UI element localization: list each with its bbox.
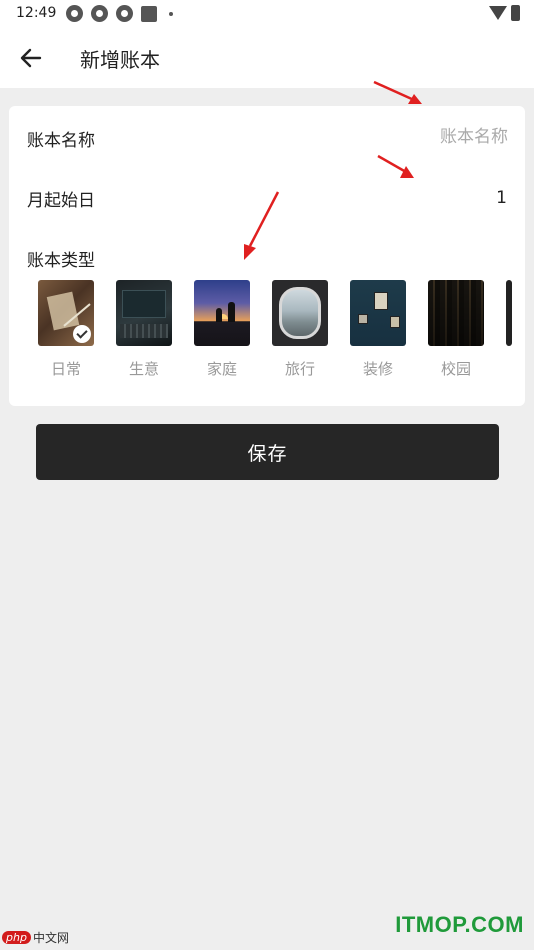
php-watermark-text: 中文网: [32, 931, 69, 945]
status-time: 12:49: [16, 5, 57, 21]
arrow-left-icon[interactable]: [18, 44, 46, 72]
php-watermark: php 中文网: [2, 929, 69, 946]
start-day-value[interactable]: 1: [496, 188, 507, 208]
app-notification-icon: [116, 5, 133, 22]
wifi-icon: [489, 6, 507, 20]
ledger-type-decoration[interactable]: 装修: [350, 280, 406, 379]
family-thumbnail[interactable]: [194, 280, 250, 346]
red-annotation-arrow-icon: [373, 80, 422, 104]
ledger-type-label-family: 家庭: [206, 360, 237, 378]
save-button[interactable]: 保存: [36, 424, 499, 480]
system-icons: [489, 5, 520, 21]
page-title: 新增账本: [80, 48, 160, 72]
notification-icons: [66, 5, 173, 22]
ledger-name-label: 账本名称: [27, 131, 95, 151]
ledger-type-campus[interactable]: 校园: [428, 280, 484, 379]
ledger-type-family[interactable]: 家庭: [194, 280, 250, 379]
app-notification-icon: [91, 5, 108, 22]
more-notifications-dot-icon: [169, 11, 173, 16]
travel-thumbnail[interactable]: [272, 280, 328, 346]
itmop-watermark: ITMOP.COM: [395, 912, 524, 937]
ledger-type-more-partial[interactable]: [506, 280, 525, 346]
ledger-type-business[interactable]: 生意: [116, 280, 172, 379]
ledger-type-label-travel: 旅行: [284, 360, 315, 378]
check-icon: [73, 325, 91, 343]
red-annotation-arrow-icon: [244, 191, 280, 260]
ledger-type-label-campus: 校园: [440, 360, 471, 378]
battery-icon: [511, 5, 520, 21]
ledger-name-input[interactable]: [308, 122, 508, 152]
decoration-thumbnail[interactable]: [350, 280, 406, 346]
ledger-type-label: 账本类型: [27, 251, 95, 271]
red-annotation-arrow-icon: [377, 154, 414, 178]
ledger-type-travel[interactable]: 旅行: [272, 280, 328, 379]
campus-thumbnail[interactable]: [428, 280, 484, 346]
business-thumbnail[interactable]: [116, 280, 172, 346]
ledger-type-label-daily: 日常: [50, 360, 81, 378]
ledger-type-daily[interactable]: 日常: [38, 280, 94, 379]
ledger-type-label-business: 生意: [128, 360, 159, 378]
daily-thumbnail[interactable]: [38, 280, 94, 346]
app-notification-icon: [66, 5, 83, 22]
ledger-type-label-decoration: 装修: [362, 360, 393, 378]
more-thumbnail[interactable]: [506, 280, 512, 346]
status-bar: 12:49: [0, 0, 534, 28]
php-badge: php: [2, 931, 31, 944]
ledger-type-list[interactable]: 日常 生意 家庭 旅行 装修 校园: [38, 280, 525, 390]
app-bar: 新增账本: [0, 28, 534, 88]
app-square-icon: [141, 5, 157, 22]
start-day-label: 月起始日: [27, 191, 95, 211]
